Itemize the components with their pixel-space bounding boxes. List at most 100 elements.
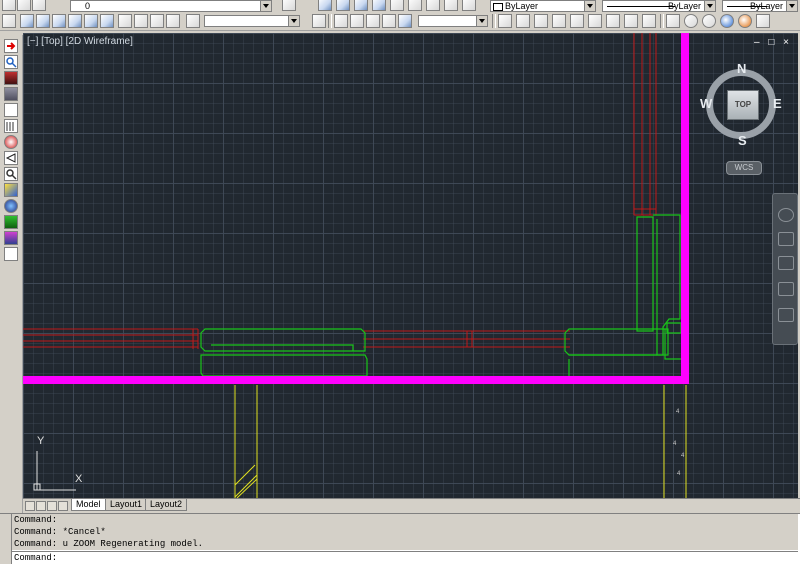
layer-freeze-icon[interactable] (390, 0, 404, 11)
right-view-icon[interactable] (68, 14, 82, 28)
top-view-icon[interactable] (20, 14, 34, 28)
pan-icon[interactable] (312, 14, 326, 28)
layer-isolate-icon[interactable] (354, 0, 368, 11)
compass-north[interactable]: N (737, 61, 746, 76)
tab-prev-icon[interactable] (36, 501, 46, 511)
lineweight-dropdown[interactable]: ByLayer (722, 0, 798, 12)
visual-style-manager-icon[interactable] (756, 14, 770, 28)
layer-walk-icon[interactable] (336, 0, 350, 11)
wireframe-2d-icon[interactable] (684, 14, 698, 28)
book-icon[interactable] (4, 71, 18, 85)
linetype-dropdown[interactable]: ByLayer (602, 0, 716, 12)
layer-unlock-icon[interactable] (444, 0, 458, 11)
viewcube[interactable]: TOP N S E W (700, 61, 783, 151)
clip-viewport-icon[interactable] (398, 14, 412, 28)
steering-wheel-icon[interactable] (778, 208, 794, 222)
layer-off-icon[interactable] (408, 0, 422, 11)
object-viewport-icon[interactable] (382, 14, 396, 28)
magnifier-icon[interactable] (4, 167, 18, 181)
svg-text:4: 4 (677, 471, 681, 477)
compass-west[interactable]: W (700, 96, 712, 111)
stop-icon[interactable] (4, 135, 18, 149)
sw-iso-icon[interactable] (118, 14, 132, 28)
triangle-icon[interactable] (4, 151, 18, 165)
zoom-dynamic-icon[interactable] (552, 14, 566, 28)
svg-text:4: 4 (676, 409, 680, 415)
layer-state-icon[interactable] (17, 0, 31, 11)
paint-icon[interactable] (4, 183, 18, 197)
color-swatch (493, 3, 503, 11)
zoom-window-icon[interactable] (534, 14, 548, 28)
ne-iso-icon[interactable] (150, 14, 164, 28)
toolbar-views (0, 12, 800, 31)
arrow-icon[interactable] (4, 39, 18, 53)
ucs-y-label: Y (37, 435, 45, 447)
showmotion-icon[interactable] (778, 308, 794, 322)
tab-first-icon[interactable] (25, 501, 35, 511)
layer-previous-icon[interactable] (32, 0, 46, 11)
back-view-icon[interactable] (100, 14, 114, 28)
zoom-object-icon[interactable] (606, 14, 620, 28)
table-icon[interactable] (4, 231, 18, 245)
pan-hand-icon[interactable] (778, 232, 794, 246)
compass-east[interactable]: E (773, 96, 782, 111)
tab-last-icon[interactable] (58, 501, 68, 511)
layer-unisolate-icon[interactable] (372, 0, 386, 11)
zoom-realtime-icon[interactable] (498, 14, 512, 28)
view-dropdown[interactable] (204, 15, 300, 27)
tab-model[interactable]: Model (71, 499, 106, 511)
tab-next-icon[interactable] (47, 501, 57, 511)
viewport-scale-dropdown[interactable] (418, 15, 488, 27)
left-view-icon[interactable] (52, 14, 66, 28)
chevron-down-icon (584, 1, 595, 11)
zoom-out-icon[interactable] (642, 14, 656, 28)
front-view-icon[interactable] (84, 14, 98, 28)
wall-outline (23, 33, 689, 384)
layer-dropdown[interactable]: 0 (70, 0, 272, 12)
zoom-extents-icon[interactable] (778, 256, 794, 270)
model-viewport[interactable]: [−] [Top] [2D Wireframe] – □ × 4 4 4 4 Y… (23, 33, 798, 498)
layer-lock-icon[interactable] (426, 0, 440, 11)
single-viewport-icon[interactable] (350, 14, 364, 28)
command-window-grip[interactable] (0, 514, 12, 564)
tab-layout1[interactable]: Layout1 (105, 499, 148, 511)
polygonal-viewport-icon[interactable] (366, 14, 380, 28)
viewport-icon[interactable] (334, 14, 348, 28)
layer-merge-icon[interactable] (462, 0, 476, 11)
hatch-icon[interactable] (4, 119, 18, 133)
compass-south[interactable]: S (738, 133, 747, 148)
realistic-style-icon[interactable] (720, 14, 734, 28)
color-dropdown[interactable]: ByLayer (490, 0, 596, 12)
zoom-previous-icon[interactable] (516, 14, 530, 28)
globe-icon[interactable] (4, 199, 18, 213)
bottom-view-icon[interactable] (36, 14, 50, 28)
view-icon[interactable] (2, 14, 16, 28)
command-history-line: Command: *Cancel* (14, 527, 106, 537)
wcs-menu[interactable]: WCS (726, 161, 762, 175)
zoom-scale-icon[interactable] (570, 14, 584, 28)
toolbar-separator (328, 14, 332, 28)
camera-icon[interactable] (186, 14, 200, 28)
nw-iso-icon[interactable] (166, 14, 180, 28)
make-current-icon[interactable] (282, 0, 296, 11)
visual-style-icon[interactable] (666, 14, 680, 28)
layer-dropdown-value: 0 (85, 1, 91, 11)
layout-tabs: Model Layout1 Layout2 (23, 498, 800, 512)
se-iso-icon[interactable] (134, 14, 148, 28)
wireframe-3d-icon[interactable] (702, 14, 716, 28)
attribute-icon[interactable] (4, 247, 18, 261)
layer-properties-icon[interactable] (2, 0, 16, 11)
search-icon[interactable] (4, 55, 18, 69)
chevron-down-icon (288, 16, 299, 26)
zoom-in-icon[interactable] (624, 14, 638, 28)
layers-icon[interactable] (4, 87, 18, 101)
match-layer-icon[interactable] (318, 0, 332, 11)
command-input[interactable]: Command: (12, 551, 798, 564)
document-icon[interactable] (4, 103, 18, 117)
conceptual-style-icon[interactable] (738, 14, 752, 28)
viewcube-top-face[interactable]: TOP (727, 90, 759, 120)
grid-icon[interactable] (4, 215, 18, 229)
orbit-icon[interactable] (778, 282, 794, 296)
tab-layout2[interactable]: Layout2 (145, 499, 188, 511)
zoom-center-icon[interactable] (588, 14, 602, 28)
